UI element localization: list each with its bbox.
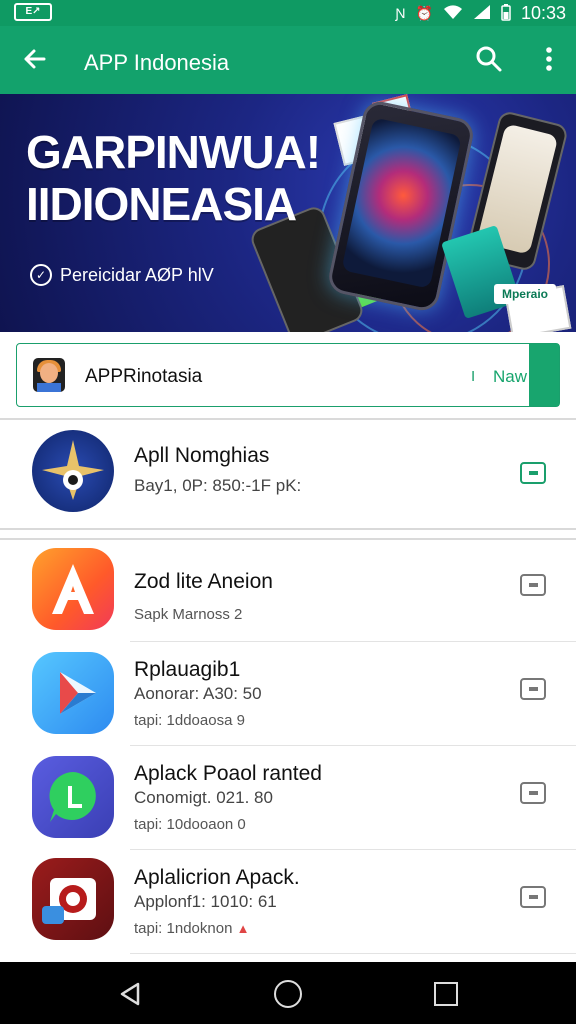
warning-icon: ▲	[236, 921, 250, 936]
featured-app-label: APPRinotasia	[85, 366, 203, 387]
banner-subtitle: ✓ Pereicidar AØP hlV	[30, 264, 214, 286]
app-meta: tapi: 1ddoaosa 9	[134, 712, 245, 729]
app-name: Rplauagib1	[134, 658, 241, 681]
banner-subtitle-text: Pereicidar AØP hlV	[60, 264, 214, 285]
list-item[interactable]: Zod lite Aneion Sapk Marnoss 2	[0, 538, 576, 642]
signal-icon	[473, 4, 491, 23]
more-vert-icon[interactable]	[538, 42, 560, 76]
install-icon[interactable]	[520, 678, 546, 700]
app-meta: Sapk Marnoss 2	[134, 606, 243, 623]
app-meta: tapi: 10dooaon 0	[134, 816, 246, 833]
app-name: Zod lite Aneion	[134, 570, 273, 593]
alarm-icon: ⏰	[415, 4, 433, 21]
divider	[0, 528, 576, 530]
battery-icon	[501, 3, 511, 24]
page-title: APP Indonesia	[84, 50, 230, 75]
install-icon[interactable]	[520, 782, 546, 804]
clock: 10:33	[520, 2, 566, 23]
banner-badge[interactable]: Mperaio	[493, 284, 556, 304]
system-nav-bar	[0, 962, 576, 1024]
nav-home-icon[interactable]	[274, 980, 302, 1008]
status-bar: E↗ Ɲ ⏰ 10:33	[0, 0, 576, 26]
install-icon[interactable]	[520, 462, 546, 484]
list-item[interactable]: Rplauagib1 Aonorar: A30: 50 tapi: 1ddoao…	[0, 642, 576, 746]
arrow-left-icon[interactable]	[18, 42, 52, 76]
divider	[130, 952, 576, 954]
banner-headline: GARPINWUA! IIDIONEASIA	[26, 126, 321, 230]
banner-headline-line-1: GARPINWUA!	[26, 126, 321, 178]
divider	[0, 418, 576, 420]
status-icons: Ɲ ⏰ 10:33	[395, 0, 566, 26]
app-meta: Applonf1: 1010: 61	[134, 892, 277, 911]
install-icon[interactable]	[520, 574, 546, 596]
install-icon[interactable]	[520, 886, 546, 908]
app-screen: E↗ Ɲ ⏰ 10:33 APP Indonesia GARPINWUA! II…	[0, 0, 576, 1024]
nfc-icon: Ɲ	[395, 5, 406, 21]
app-name: Aplalicrion Apack.	[134, 866, 300, 889]
wifi-icon	[443, 4, 463, 23]
featured-accent-bar	[529, 344, 559, 406]
app-name: Apll Nomghias	[134, 444, 270, 467]
avatar-icon	[33, 358, 65, 392]
letter-a-icon	[32, 548, 114, 630]
notification-badge-icon: E↗	[14, 3, 52, 21]
app-meta: Aonorar: A30: 50	[134, 684, 262, 703]
featured-action-button[interactable]: Naw	[493, 367, 527, 387]
play-arrow-icon	[32, 652, 114, 734]
nav-back-icon[interactable]	[116, 980, 144, 1008]
list-item[interactable]: Aplack Poaol ranted Conomigt. 021. 80 ta…	[0, 746, 576, 850]
featured-separator: I	[471, 368, 476, 385]
app-meta: Bay1, 0P: 850:-1F pK:	[134, 476, 302, 495]
nav-recents-icon[interactable]	[434, 982, 458, 1006]
app-meta: tapi: 1ndoknon ▲	[134, 920, 249, 937]
list-item[interactable]: Apll Nomghias Bay1, 0P: 850:-1F pK:	[0, 418, 576, 530]
star-target-icon	[32, 430, 114, 512]
app-meta: Conomigt. 021. 80	[134, 788, 273, 807]
promo-banner[interactable]: GARPINWUA! IIDIONEASIA ✓ Pereicidar AØP …	[0, 94, 576, 332]
search-icon[interactable]	[474, 44, 504, 74]
app-meta-text: tapi: 1ndoknon	[134, 920, 233, 937]
camera-icon	[32, 858, 114, 940]
chat-bubble-icon	[32, 756, 114, 838]
list-item[interactable]: Aplalicrion Apack. Applonf1: 1010: 61 ta…	[0, 850, 576, 954]
featured-app-card[interactable]: APPRinotasia I Naw	[16, 343, 560, 407]
divider	[0, 538, 576, 540]
banner-headline-line-2: IIDIONEASIA	[26, 178, 297, 230]
app-name: Aplack Poaol ranted	[134, 762, 322, 785]
app-bar: APP Indonesia	[0, 26, 576, 94]
check-circle-icon: ✓	[30, 264, 52, 286]
